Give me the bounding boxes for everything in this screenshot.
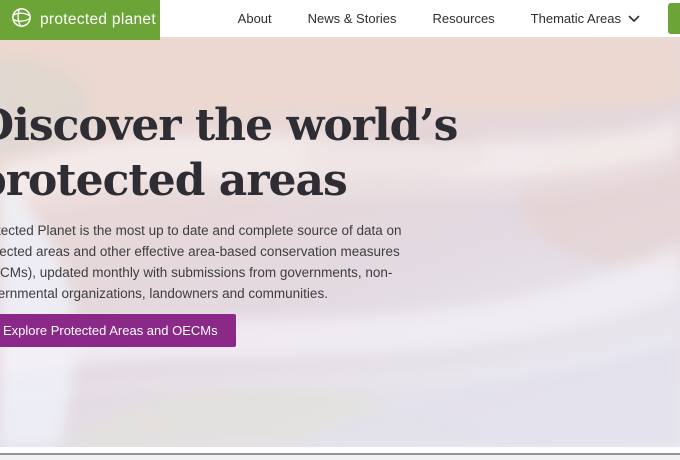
top-navigation-bar: protected planet ® About News & Stories …	[0, 0, 680, 40]
logo-trademark: ®	[163, 16, 170, 23]
logo-text: protected planet	[40, 11, 156, 28]
page: protected planet ® About News & Stories …	[0, 0, 680, 460]
hero-description: Protected Planet is the most up to date …	[0, 223, 402, 301]
nav-item-about[interactable]: About	[238, 11, 272, 26]
chevron-down-icon	[628, 15, 640, 23]
page-title-line1: Discover the world’s	[0, 100, 458, 151]
next-section-edge	[0, 455, 680, 460]
hero-content: Discover the world’s protected areas Pro…	[0, 98, 466, 347]
page-title: Discover the world’s protected areas	[0, 98, 466, 208]
hero-section: Discover the world’s protected areas Pro…	[0, 37, 680, 447]
logo-link[interactable]: protected planet ®	[0, 0, 169, 40]
explore-protected-areas-button[interactable]: Explore Protected Areas and OECMs	[0, 314, 236, 347]
nav-item-resources[interactable]: Resources	[433, 11, 495, 26]
globe-icon	[11, 7, 32, 33]
nav-action-button[interactable]	[668, 3, 680, 34]
nav-item-thematic-areas[interactable]: Thematic Areas	[531, 11, 640, 26]
nav-item-news-stories[interactable]: News & Stories	[308, 11, 397, 26]
main-nav: About News & Stories Resources Thematic …	[238, 0, 640, 37]
page-title-line2: protected areas	[0, 155, 348, 206]
